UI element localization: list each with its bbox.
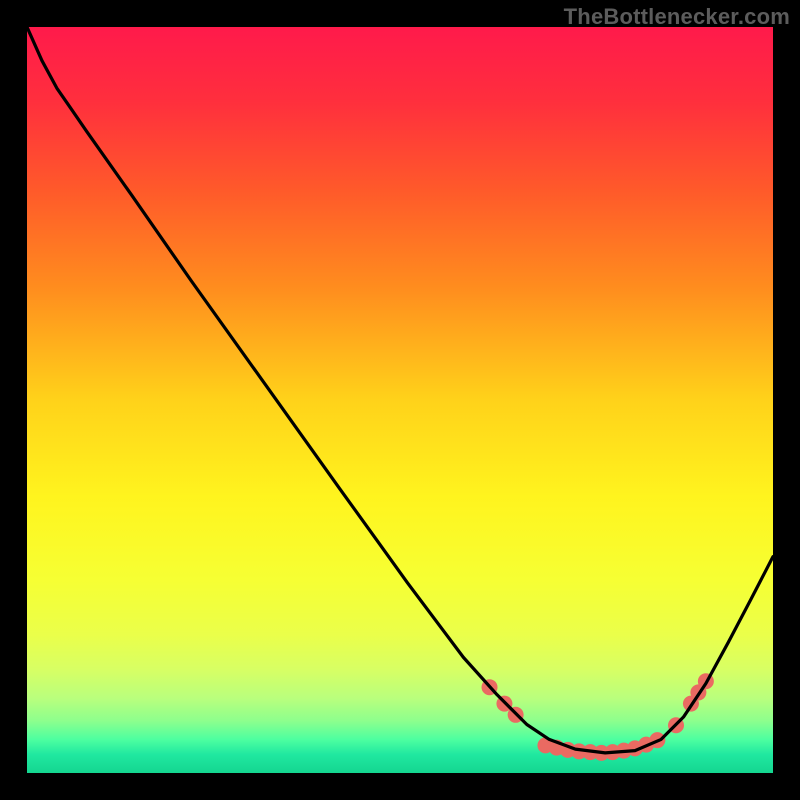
plot-svg — [27, 27, 773, 773]
gradient-background — [27, 27, 773, 773]
watermark-text: TheBottlenecker.com — [564, 4, 790, 30]
plot-area — [27, 27, 773, 773]
chart-stage: TheBottlenecker.com — [0, 0, 800, 800]
